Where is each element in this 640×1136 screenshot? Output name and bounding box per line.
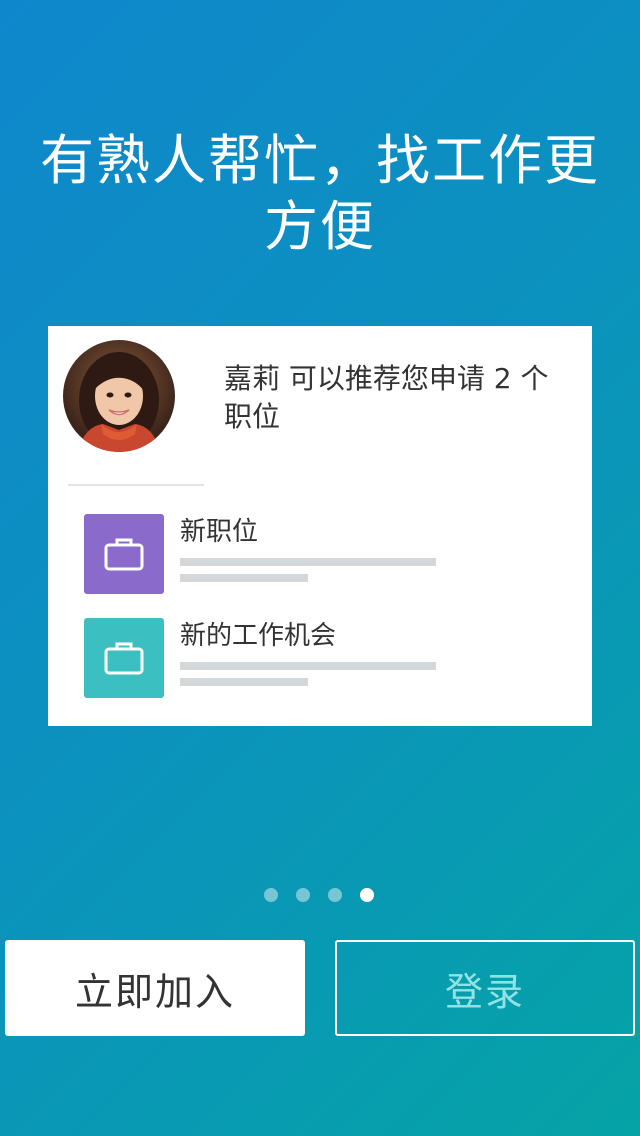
referral-card: 嘉莉 可以推荐您申请 2 个职位 新职位 新的工作机会 <box>48 326 592 726</box>
job-item-new-opportunity: 新的工作机会 <box>84 618 564 698</box>
briefcase-icon <box>104 538 144 571</box>
onboarding-headline: 有熟人帮忙，找工作更方便 <box>40 129 600 258</box>
job-title: 新职位 <box>180 517 259 547</box>
job-icon-tile <box>84 618 164 698</box>
placeholder-line <box>180 558 436 566</box>
person-photo-icon <box>77 352 161 452</box>
page-dot-4-active[interactable] <box>360 888 374 902</box>
join-now-button[interactable]: 立即加入 <box>5 940 305 1036</box>
page-indicator <box>264 888 374 902</box>
job-item-new-position: 新职位 <box>84 514 564 594</box>
referral-text: 嘉莉 可以推荐您申请 2 个职位 <box>224 362 549 433</box>
login-button[interactable]: 登录 <box>335 940 635 1036</box>
card-divider <box>68 484 204 486</box>
page-dot-2[interactable] <box>296 888 310 902</box>
placeholder-line <box>180 678 308 686</box>
placeholder-line <box>180 662 436 670</box>
page-dot-3[interactable] <box>328 888 342 902</box>
avatar <box>63 340 175 452</box>
briefcase-icon <box>104 642 144 675</box>
placeholder-line <box>180 574 308 582</box>
job-title: 新的工作机会 <box>180 621 337 651</box>
page-dot-1[interactable] <box>264 888 278 902</box>
job-icon-tile <box>84 514 164 594</box>
